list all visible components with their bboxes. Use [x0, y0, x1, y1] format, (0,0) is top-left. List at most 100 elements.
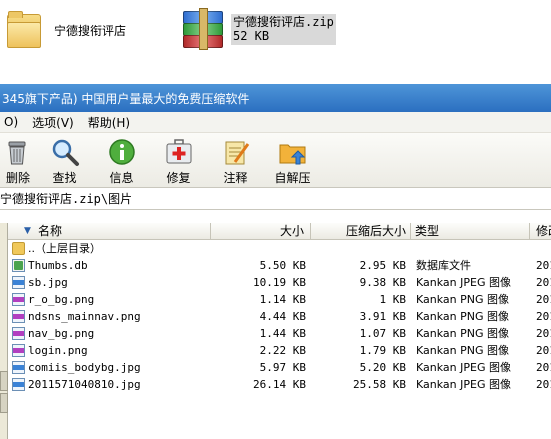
file-modified: 201: [536, 276, 551, 289]
file-packed-size: 9.38 KB: [359, 276, 406, 289]
window-title: 345旗下产品) 中国用户量最大的免费压缩软件: [2, 91, 250, 106]
table-row[interactable]: Thumbs.db 5.50 KB 2.95 KB 数据库文件 201: [8, 257, 551, 274]
notepad-pencil-icon: [221, 137, 251, 167]
file-name: sb.jpg: [28, 276, 68, 289]
folder-up-icon: [12, 242, 25, 255]
file-modified: 201: [536, 378, 551, 391]
file-type: Kankan PNG 图像: [416, 344, 510, 357]
file-packed-size: 1 KB: [379, 293, 407, 306]
left-panel-strip: [0, 223, 8, 439]
file-packed-size: 1.07 KB: [359, 327, 406, 340]
desktop-folder[interactable]: 宁德搜衔评店: [6, 10, 126, 48]
file-type: Kankan PNG 图像: [416, 310, 510, 323]
sort-arrow-icon: ▼: [24, 226, 31, 236]
table-row[interactable]: r_o_bg.png 1.14 KB 1 KB Kankan PNG 图像 20…: [8, 291, 551, 308]
file-type: Kankan JPEG 图像: [416, 378, 511, 391]
panel-toggle-button-2[interactable]: [0, 393, 8, 413]
file-size: 1.14 KB: [259, 293, 306, 306]
repair-button[interactable]: 修复: [150, 133, 207, 186]
file-size: 10.19 KB: [253, 276, 306, 289]
menu-item-operation[interactable]: O): [0, 115, 28, 129]
file-size: 26.14 KB: [253, 378, 306, 391]
file-modified: 201: [536, 259, 551, 272]
column-header: ▼ 名称 大小 压缩后大小 类型 修改: [8, 223, 551, 240]
archive-window: 345旗下产品) 中国用户量最大的免费压缩软件 O) 选项(V) 帮助(H) 删…: [0, 84, 551, 439]
info-icon: [107, 137, 137, 167]
file-list-area: ▼ 名称 大小 压缩后大小 类型 修改 ..（上层目录） T: [0, 223, 551, 439]
repair-label: 修复: [166, 171, 191, 185]
col-name[interactable]: ▼ 名称: [8, 223, 211, 239]
col-size[interactable]: 大小: [211, 223, 311, 239]
file-packed-size: 1.79 KB: [359, 344, 406, 357]
sfx-button[interactable]: 自解压: [264, 133, 321, 186]
file-packed-size: 2.95 KB: [359, 259, 406, 272]
file-packed-size: 5.20 KB: [359, 361, 406, 374]
col-type[interactable]: 类型: [411, 223, 530, 239]
file-name: Thumbs.db: [28, 259, 88, 272]
address-bar[interactable]: 宁德搜衔评店.zip\图片: [0, 188, 551, 210]
magnifier-icon: [50, 137, 80, 167]
col-packed[interactable]: 压缩后大小: [311, 223, 411, 239]
png-file-icon: [12, 344, 25, 357]
delete-label: 删除: [5, 171, 30, 185]
file-modified: 201: [536, 327, 551, 340]
folder-icon: [6, 10, 41, 48]
file-type: Kankan PNG 图像: [416, 293, 510, 306]
file-type: 数据库文件: [416, 259, 471, 272]
jpg-file-icon: [12, 361, 25, 374]
table-row[interactable]: ndsns_mainnav.png 4.44 KB 3.91 KB Kankan…: [8, 308, 551, 325]
panel-toggle-button[interactable]: [0, 371, 8, 391]
file-packed-size: 25.58 KB: [353, 378, 406, 391]
table-row[interactable]: nav_bg.png 1.44 KB 1.07 KB Kankan PNG 图像…: [8, 325, 551, 342]
jpg-file-icon: [12, 378, 25, 391]
find-label: 查找: [52, 171, 77, 185]
file-type: Kankan JPEG 图像: [416, 276, 511, 289]
desktop-folder-label: 宁德搜衔评店: [54, 24, 127, 38]
desktop-zip-file[interactable]: 宁德搜衔评店.zip 52 KB: [181, 8, 336, 50]
file-modified: 201: [536, 293, 551, 306]
sfx-label: 自解压: [274, 171, 311, 185]
zip-name: 宁德搜衔评店.zip: [233, 15, 334, 29]
file-name: nav_bg.png: [28, 327, 95, 340]
trash-icon: [3, 137, 33, 167]
file-name: r_o_bg.png: [28, 293, 95, 306]
toolbar: 删除 查找 信息 修复 注释 自解压: [0, 133, 551, 188]
file-size: 1.44 KB: [259, 327, 306, 340]
file-name: comiis_bodybg.jpg: [28, 361, 141, 374]
archive-icon: [181, 8, 225, 50]
parent-dir-row[interactable]: ..（上层目录）: [8, 240, 551, 257]
menu-item-options[interactable]: 选项(V): [28, 114, 84, 131]
png-file-icon: [12, 327, 25, 340]
file-rows: ..（上层目录） Thumbs.db 5.50 KB 2.95 KB 数据库文件…: [8, 240, 551, 393]
file-type: Kankan PNG 图像: [416, 327, 510, 340]
col-modified[interactable]: 修改: [530, 223, 551, 239]
title-bar[interactable]: 345旗下产品) 中国用户量最大的免费压缩软件: [0, 84, 551, 112]
table-row[interactable]: comiis_bodybg.jpg 5.97 KB 5.20 KB Kankan…: [8, 359, 551, 376]
png-file-icon: [12, 293, 25, 306]
file-modified: 201: [536, 310, 551, 323]
col-packed-label: 压缩后大小: [345, 224, 406, 238]
comment-label: 注释: [223, 171, 248, 185]
col-type-label: 类型: [415, 224, 440, 238]
file-size: 2.22 KB: [259, 344, 306, 357]
file-modified: 201: [536, 344, 551, 357]
menu-item-help[interactable]: 帮助(H): [84, 114, 140, 131]
table-row[interactable]: login.png 2.22 KB 1.79 KB Kankan PNG 图像 …: [8, 342, 551, 359]
file-name: ndsns_mainnav.png: [28, 310, 141, 323]
delete-button[interactable]: 删除: [0, 133, 36, 186]
parent-dir-label: ..（上层目录）: [28, 242, 101, 255]
info-label: 信息: [109, 171, 134, 185]
info-button[interactable]: 信息: [93, 133, 150, 186]
comment-button[interactable]: 注释: [207, 133, 264, 186]
desktop-zip-label: 宁德搜衔评店.zip 52 KB: [231, 14, 336, 45]
file-modified: 201: [536, 361, 551, 374]
folder-arrow-icon: [278, 137, 308, 167]
table-row[interactable]: sb.jpg 10.19 KB 9.38 KB Kankan JPEG 图像 2…: [8, 274, 551, 291]
col-size-label: 大小: [279, 224, 304, 238]
find-button[interactable]: 查找: [36, 133, 93, 186]
file-size: 5.97 KB: [259, 361, 306, 374]
file-name: login.png: [28, 344, 88, 357]
database-file-icon: [12, 259, 25, 272]
table-row[interactable]: 2011571040810.jpg 26.14 KB 25.58 KB Kank…: [8, 376, 551, 393]
first-aid-kit-icon: [164, 137, 194, 167]
